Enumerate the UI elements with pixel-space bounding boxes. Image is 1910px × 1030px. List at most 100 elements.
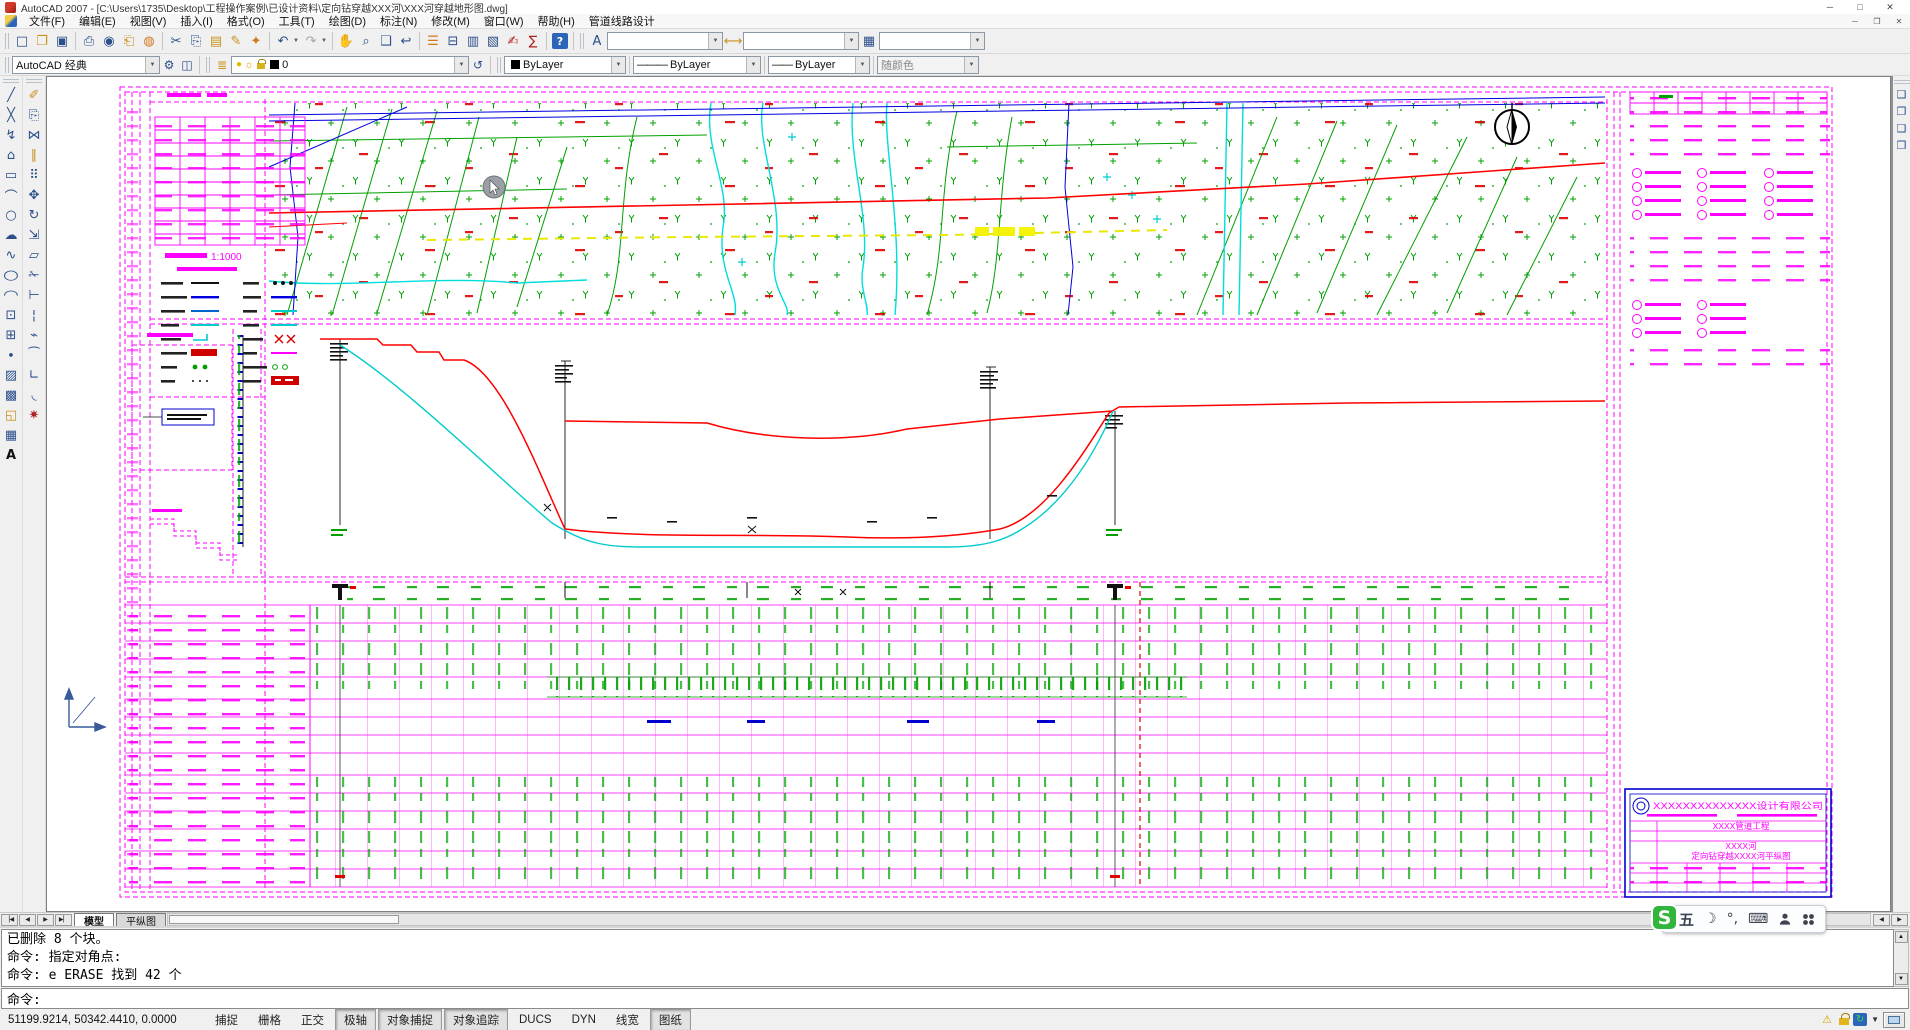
sheetset-manager-button[interactable]: ▧ (483, 31, 503, 51)
ime-punctuation-icon[interactable]: °, (1727, 911, 1738, 927)
ellipse-arc-button[interactable]: ◠ (0, 285, 25, 305)
ime-mode-wubi[interactable]: 五 (1679, 909, 1694, 930)
menu-window[interactable]: 窗口(W) (477, 13, 531, 29)
table-button[interactable]: ▦ (1, 425, 21, 445)
toggle-polar[interactable]: 极轴 (335, 1009, 376, 1030)
scroll-up-button[interactable]: ▲ (1895, 931, 1908, 943)
send-to-back-button[interactable]: ❐ (1893, 103, 1910, 120)
circle-button[interactable]: ○ (1, 205, 21, 225)
color-select[interactable]: ByLayer ▼ (504, 56, 626, 74)
redo-button[interactable]: ↷ (301, 31, 321, 51)
toggle-dyn[interactable]: DYN (563, 1011, 605, 1029)
spline-button[interactable]: ∿ (1, 245, 21, 265)
clean-screen-button[interactable] (1883, 1012, 1905, 1028)
dim-style-select[interactable]: ▼ (743, 32, 859, 50)
menu-pipeline-design[interactable]: 管道线路设计 (582, 13, 662, 29)
redo-dropdown-icon[interactable]: ▼ (321, 38, 329, 44)
menu-file[interactable]: 文件(F) (22, 13, 72, 29)
markup-manager-button[interactable]: ✍ (503, 31, 523, 51)
last-tab-button[interactable]: ▶▏ (55, 914, 72, 926)
ime-toolbox-icon[interactable] (1802, 913, 1815, 926)
chevron-down-icon[interactable]: ▼ (708, 33, 722, 49)
toggle-ducs[interactable]: DUCS (510, 1011, 561, 1029)
modify-toolbar-grip[interactable] (26, 79, 42, 83)
menu-help[interactable]: 帮助(H) (531, 13, 582, 29)
toggle-snap[interactable]: 捕捉 (206, 1009, 247, 1030)
line-button[interactable]: ╱ (1, 85, 21, 105)
chevron-down-icon[interactable]: ▼ (611, 57, 625, 73)
rotate-button[interactable]: ↻ (24, 205, 44, 225)
command-scrollbar[interactable]: ▲ ▼ (1894, 929, 1909, 987)
send-under-objects-button[interactable]: ❒ (1893, 137, 1910, 154)
array-button[interactable]: ⠿ (24, 165, 44, 185)
next-tab-button[interactable]: ▶ (37, 914, 54, 926)
hscroll-thumb[interactable] (169, 915, 399, 924)
insert-block-button[interactable]: ⊡ (1, 305, 21, 325)
draw-toolbar-grip[interactable] (3, 79, 19, 83)
bring-above-objects-button[interactable]: ❑ (1893, 120, 1910, 137)
workspace-settings-button[interactable]: ⚙ (160, 56, 178, 74)
explode-button[interactable]: ✷ (24, 405, 44, 425)
associated-update-icon[interactable]: ↻ (1853, 1013, 1867, 1026)
revision-cloud-button[interactable]: ☁ (1, 225, 21, 245)
chevron-down-icon[interactable]: ▼ (145, 57, 159, 73)
chevron-down-icon[interactable]: ▼ (844, 33, 858, 49)
zoom-realtime-button[interactable]: ⌕ (356, 31, 376, 51)
sogou-logo-icon[interactable]: S (1651, 904, 1678, 931)
doc-close-button[interactable]: ✕ (1888, 17, 1910, 26)
toggle-osnap[interactable]: 对象捕捉 (378, 1009, 442, 1030)
mirror-button[interactable]: ⋈ (24, 125, 44, 145)
first-tab-button[interactable]: ▕◀ (1, 914, 18, 926)
block-editor-button[interactable]: ✦ (246, 31, 266, 51)
text-style-button[interactable]: A (587, 31, 607, 51)
drawing-canvas[interactable]: 1:1000 (46, 76, 1891, 912)
menu-draw[interactable]: 绘图(D) (322, 13, 373, 29)
ime-account-icon[interactable] (1778, 912, 1792, 926)
join-button[interactable]: ⁀ (24, 345, 44, 365)
workspace-select[interactable]: AutoCAD 经典 ▼ (12, 56, 160, 74)
toggle-paper-model[interactable]: 图纸 (650, 1009, 691, 1030)
copy-button[interactable]: ⎘ (186, 31, 206, 51)
offset-button[interactable]: ∥ (24, 145, 44, 165)
doc-restore-button[interactable]: ❐ (1866, 17, 1888, 26)
quickcalc-button[interactable]: ∑ (523, 31, 543, 51)
toolbar-grip[interactable] (5, 33, 9, 49)
gradient-button[interactable]: ▩ (1, 385, 21, 405)
cut-button[interactable]: ✂ (166, 31, 186, 51)
rectangle-button[interactable]: ▭ (1, 165, 21, 185)
tab-model[interactable]: 模型 (74, 913, 114, 926)
stretch-button[interactable]: ▱ (24, 245, 44, 265)
prev-tab-button[interactable]: ◀ (19, 914, 36, 926)
scroll-down-button[interactable]: ▼ (1895, 973, 1908, 985)
chevron-down-icon[interactable]: ▼ (970, 33, 984, 49)
scroll-right-button[interactable]: ▶ (1891, 914, 1908, 926)
3d-dwf-button[interactable]: ◍ (139, 31, 159, 51)
minimize-button[interactable]: ─ (1815, 0, 1845, 14)
move-button[interactable]: ✥ (24, 185, 44, 205)
region-button[interactable]: ◱ (1, 405, 21, 425)
table-style-select[interactable]: ▼ (879, 32, 985, 50)
pan-button[interactable]: ✋ (336, 31, 356, 51)
menu-edit[interactable]: 编辑(E) (72, 13, 123, 29)
extend-button[interactable]: ⊢ (24, 285, 44, 305)
plot-button[interactable]: ⎙ (79, 31, 99, 51)
bring-to-front-button[interactable]: ❏ (1893, 86, 1910, 103)
maximize-button[interactable]: □ (1845, 0, 1875, 14)
chevron-down-icon[interactable]: ▼ (855, 57, 869, 73)
draworder-toolbar-grip[interactable] (1894, 80, 1910, 84)
layer-select[interactable]: ● ☼ 0 ▼ (231, 56, 469, 74)
undo-dropdown-icon[interactable]: ▼ (293, 38, 301, 44)
tab-pingzongtu[interactable]: 平纵图 (116, 913, 166, 926)
plot-preview-button[interactable]: ◉ (99, 31, 119, 51)
fillet-button[interactable]: ◟ (24, 385, 44, 405)
polyline-button[interactable]: ↯ (1, 125, 21, 145)
table-style-button[interactable]: ▦ (859, 31, 879, 51)
toggle-lineweight[interactable]: 线宽 (607, 1009, 648, 1030)
open-button[interactable]: ❐ (32, 31, 52, 51)
construction-line-button[interactable]: ╳ (1, 105, 21, 125)
designcenter-button[interactable]: ⊟ (443, 31, 463, 51)
ime-halfmoon-icon[interactable]: ☽ (1704, 911, 1717, 927)
dim-style-button[interactable]: ⟷ (723, 31, 743, 51)
menu-dimension[interactable]: 标注(N) (373, 13, 424, 29)
hatch-button[interactable]: ▨ (1, 365, 21, 385)
